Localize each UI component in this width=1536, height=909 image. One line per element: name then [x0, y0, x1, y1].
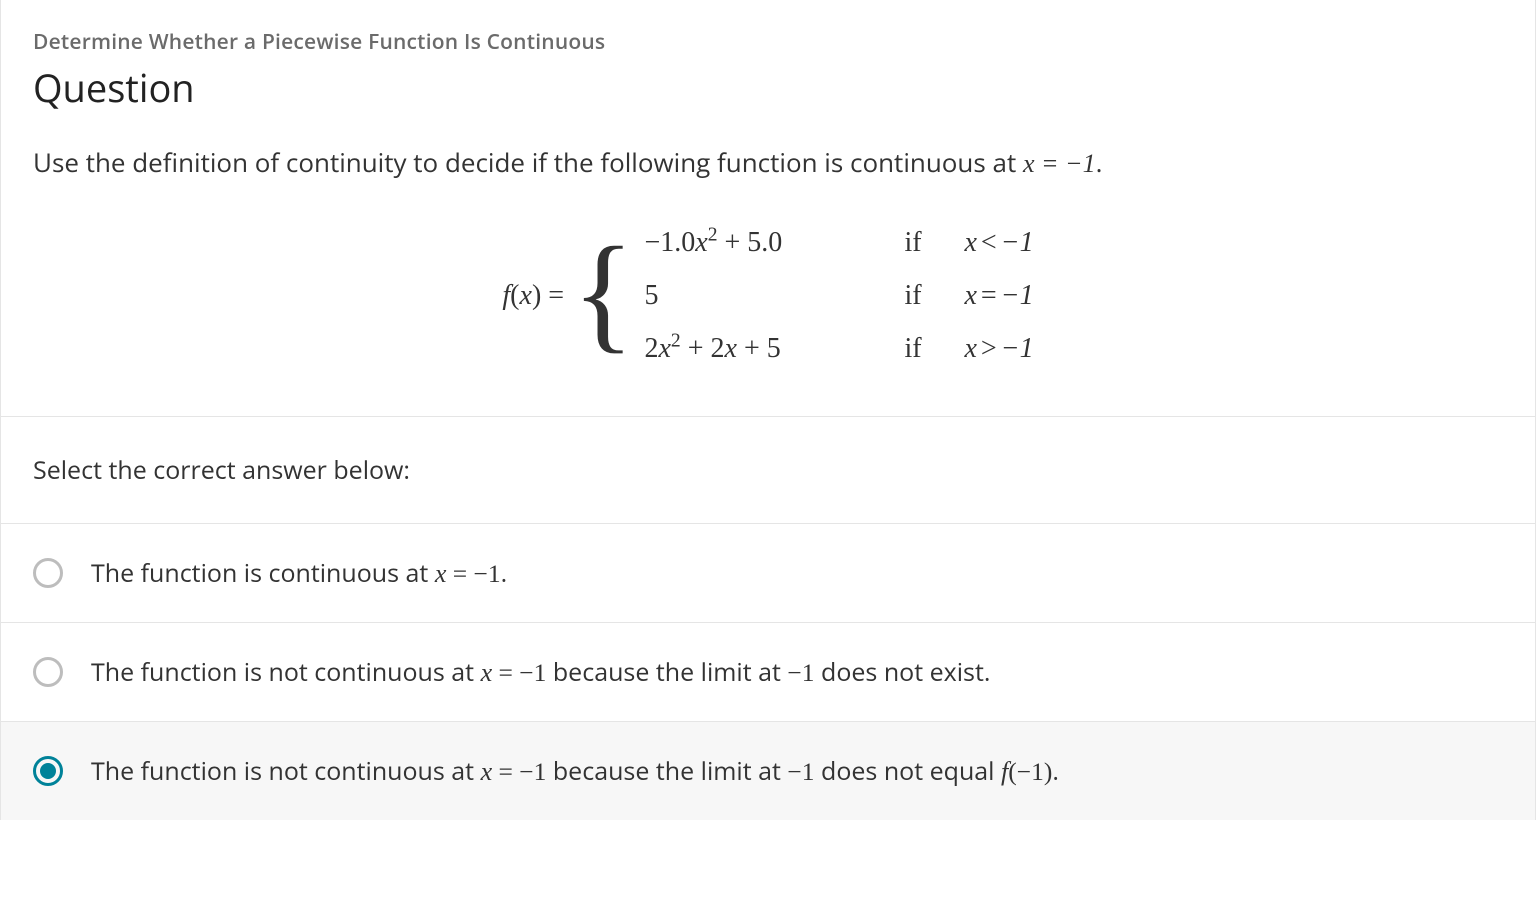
- select-label: Select the correct answer below:: [1, 417, 1535, 524]
- page-title: Question: [33, 62, 1503, 114]
- radio-icon[interactable]: [33, 657, 63, 687]
- piece-if: if: [904, 269, 944, 322]
- option-text: The function is not continuous at x = −1…: [91, 754, 1059, 788]
- piece-expr: 5: [644, 269, 884, 322]
- question-card: Determine Whether a Piecewise Function I…: [0, 0, 1536, 820]
- piece-if: if: [904, 322, 944, 375]
- piece-expr: 2x2 + 2x + 5: [644, 322, 884, 375]
- prompt-math: x = −1: [1023, 149, 1096, 178]
- piecewise-pieces: −1.0x2 + 5.0 if x<−1 5 if x=−1 2x2 + 2x …: [644, 216, 1033, 376]
- header: Determine Whether a Piecewise Function I…: [1, 0, 1535, 114]
- piece-cond: x=−1: [964, 269, 1033, 322]
- piecewise-function: f(x) = { −1.0x2 + 5.0 if x<−1 5 if x=−1 …: [33, 216, 1503, 376]
- prompt-text: Use the definition of continuity to deci…: [33, 144, 1503, 180]
- brace-icon: {: [572, 228, 644, 358]
- option-row[interactable]: The function is not continuous at x = −1…: [1, 623, 1535, 722]
- prompt-prefix: Use the definition of continuity to deci…: [33, 144, 1023, 180]
- piece-cond: x>−1: [964, 322, 1033, 375]
- topic-label: Determine Whether a Piecewise Function I…: [33, 28, 1503, 56]
- option-text: The function is not continuous at x = −1…: [91, 655, 990, 689]
- option-row[interactable]: The function is continuous at x = −1.: [1, 524, 1535, 623]
- piece-if: if: [904, 216, 944, 269]
- prompt-block: Use the definition of continuity to deci…: [1, 144, 1535, 417]
- options-list: The function is continuous at x = −1. The…: [1, 524, 1535, 820]
- option-text: The function is continuous at x = −1.: [91, 556, 507, 590]
- piece-expr: −1.0x2 + 5.0: [644, 216, 884, 269]
- piecewise-lhs: f(x) =: [502, 269, 572, 322]
- radio-icon[interactable]: [33, 756, 63, 786]
- prompt-suffix: .: [1096, 144, 1103, 180]
- option-row[interactable]: The function is not continuous at x = −1…: [1, 722, 1535, 820]
- radio-icon[interactable]: [33, 558, 63, 588]
- piece-cond: x<−1: [964, 216, 1033, 269]
